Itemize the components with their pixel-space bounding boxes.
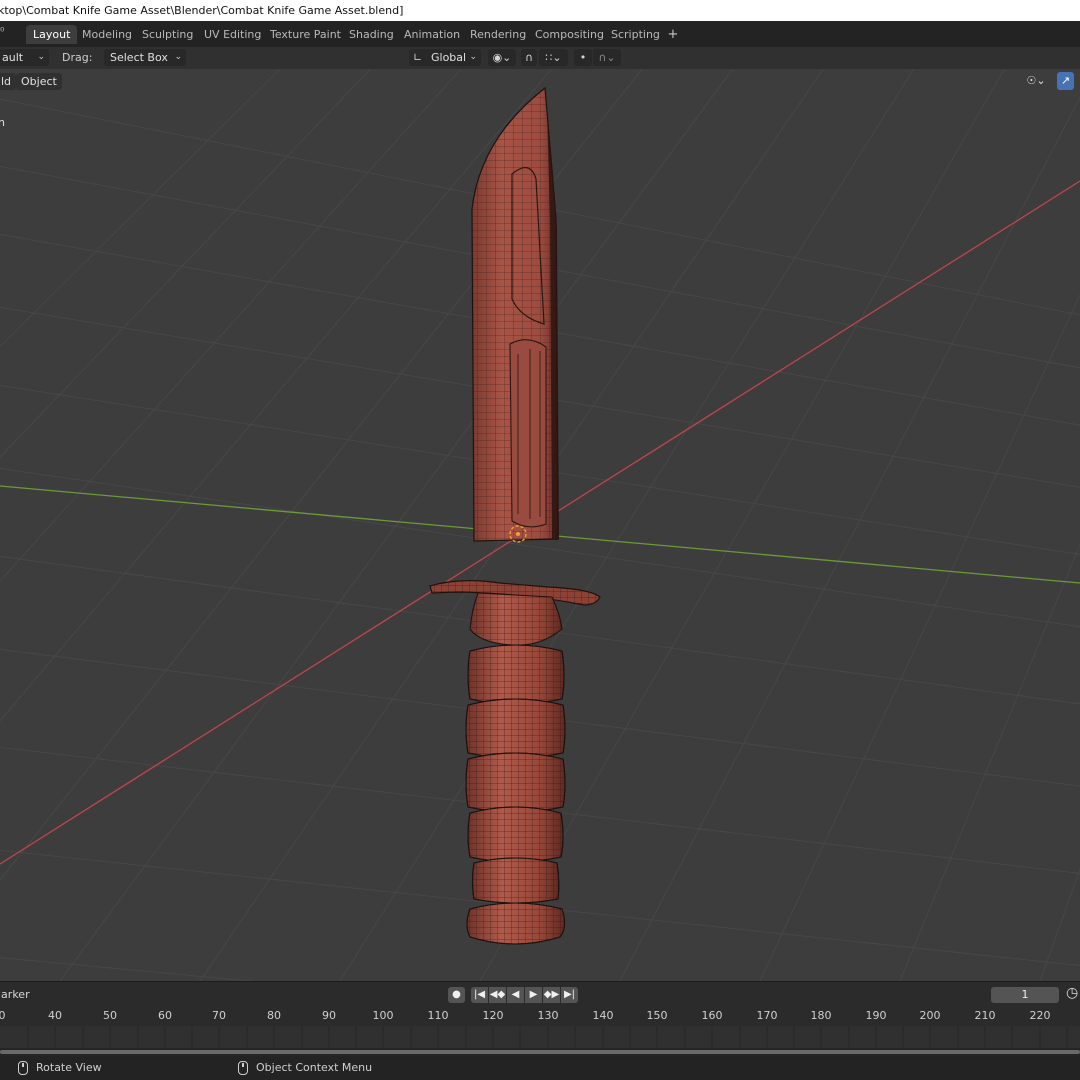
status-object-context-menu: Object Context Menu bbox=[238, 1056, 372, 1080]
ruler-tick: 120 bbox=[482, 1009, 504, 1022]
viewport-scene bbox=[0, 69, 1080, 981]
jump-start-button[interactable]: |◀ bbox=[471, 987, 488, 1003]
ruler-tick: 40 bbox=[48, 1009, 62, 1022]
viewport-info-text: n bbox=[0, 116, 5, 129]
timeline-scrollbar[interactable] bbox=[0, 1048, 1080, 1056]
drag-select-dropdown[interactable]: Select Box ⌄ bbox=[104, 49, 186, 66]
snap-toggle[interactable]: ∩ bbox=[521, 49, 537, 66]
ruler-tick: 90 bbox=[322, 1009, 336, 1022]
scrollbar-thumb[interactable] bbox=[0, 1050, 1080, 1054]
mode-dropdown-value: ault bbox=[2, 51, 24, 64]
ruler-tick: 140 bbox=[592, 1009, 614, 1022]
orientation-value: Global bbox=[431, 51, 467, 64]
ruler-tick: 70 bbox=[212, 1009, 226, 1022]
ruler-tick: 180 bbox=[810, 1009, 832, 1022]
ruler-tick: 200 bbox=[919, 1009, 941, 1022]
jump-start-icon: |◀ bbox=[473, 989, 486, 1000]
snap-target-button[interactable]: ∷⌄ bbox=[539, 49, 568, 66]
prev-keyframe-button[interactable]: ◀◆ bbox=[489, 987, 506, 1003]
ruler-tick: 60 bbox=[158, 1009, 172, 1022]
object-menu[interactable]: Object bbox=[16, 73, 62, 90]
eye-icon: ☉⌄ bbox=[1026, 74, 1046, 87]
play-reverse-icon: ◀ bbox=[511, 989, 520, 1000]
timeline-frame-grid bbox=[27, 1026, 1068, 1048]
editor-menu-icon[interactable]: ⁰ bbox=[0, 25, 4, 38]
workspace-tabs-bar: ⁰ Layout Modeling Sculpting UV Editing T… bbox=[0, 21, 1080, 48]
ruler-tick: 100 bbox=[372, 1009, 394, 1022]
tab-rendering[interactable]: Rendering bbox=[463, 25, 533, 44]
tab-layout[interactable]: Layout bbox=[26, 25, 78, 44]
tab-uv-editing[interactable]: UV Editing bbox=[197, 25, 268, 44]
drag-select-value: Select Box bbox=[110, 51, 168, 64]
gizmo-icon: ↗ bbox=[1060, 74, 1071, 87]
ruler-tick: 210 bbox=[974, 1009, 996, 1022]
falloff-curve-icon: ∩⌄ bbox=[598, 51, 616, 64]
ruler-tick: 160 bbox=[701, 1009, 723, 1022]
combat-knife-mesh bbox=[429, 86, 601, 945]
mode-dropdown[interactable]: ault ⌄ bbox=[0, 49, 49, 66]
record-button[interactable]: ● bbox=[448, 987, 465, 1003]
jump-end-button[interactable]: ▶| bbox=[561, 987, 578, 1003]
transform-orientation-dropdown[interactable]: ∟ Global ⌄ bbox=[409, 49, 481, 66]
status-context-menu-label: Object Context Menu bbox=[256, 1061, 373, 1074]
play-button[interactable]: ▶ bbox=[525, 987, 542, 1003]
orientation-icon: ∟ bbox=[413, 51, 423, 64]
mouse-middle-icon bbox=[18, 1061, 28, 1075]
chevron-down-icon: ⌄ bbox=[469, 52, 477, 62]
chevron-down-icon: ⌄ bbox=[37, 52, 45, 62]
status-rotate-view: Rotate View bbox=[18, 1056, 102, 1080]
ruler-tick: 110 bbox=[427, 1009, 449, 1022]
timeline-track-area[interactable] bbox=[0, 1026, 1080, 1048]
status-rotate-view-label: Rotate View bbox=[36, 1061, 102, 1074]
tab-shading[interactable]: Shading bbox=[342, 25, 401, 44]
ruler-tick: 0 bbox=[0, 1009, 6, 1022]
visibility-dropdown[interactable]: ☉⌄ bbox=[1023, 72, 1049, 90]
snap-grid-icon: ∷⌄ bbox=[545, 51, 562, 64]
next-keyframe-icon: ◆▶ bbox=[543, 989, 560, 1000]
ruler-tick: 170 bbox=[756, 1009, 778, 1022]
ruler-tick: 80 bbox=[267, 1009, 281, 1022]
jump-end-icon: ▶| bbox=[563, 989, 576, 1000]
tab-texture-paint[interactable]: Texture Paint bbox=[263, 25, 348, 44]
gizmo-toggle[interactable]: ↗ bbox=[1057, 72, 1074, 90]
play-icon: ▶ bbox=[529, 989, 538, 1000]
ruler-tick: 190 bbox=[865, 1009, 887, 1022]
timeline-header: larker ● |◀ ◀◆ ◀ ▶ ◆▶ ▶| 1 ◷ bbox=[0, 981, 1080, 1007]
mouse-right-icon bbox=[238, 1061, 248, 1075]
current-frame-field[interactable]: 1 bbox=[991, 987, 1059, 1003]
ruler-tick: 50 bbox=[103, 1009, 117, 1022]
tab-scripting[interactable]: Scripting bbox=[604, 25, 667, 44]
ruler-tick: 220 bbox=[1029, 1009, 1051, 1022]
pivot-point-button[interactable]: ◉⌄ bbox=[488, 49, 516, 66]
proportional-edit-toggle[interactable]: • bbox=[574, 49, 592, 66]
pivot-point-icon: ◉⌄ bbox=[492, 51, 512, 64]
status-bar: Rotate View Object Context Menu bbox=[0, 1056, 1080, 1080]
view-menu[interactable]: ld bbox=[0, 73, 17, 90]
ruler-tick: 150 bbox=[646, 1009, 668, 1022]
proportional-edit-icon: • bbox=[579, 51, 587, 64]
next-keyframe-button[interactable]: ◆▶ bbox=[543, 987, 560, 1003]
magnet-icon: ∩ bbox=[524, 51, 534, 64]
3d-viewport[interactable]: ld Object n ☉⌄ ↗ bbox=[0, 69, 1080, 981]
tool-header: ault ⌄ Drag: Select Box ⌄ ∟ Global ⌄ ◉⌄ … bbox=[0, 47, 1080, 69]
tab-sculpting[interactable]: Sculpting bbox=[135, 25, 200, 44]
tab-animation[interactable]: Animation bbox=[397, 25, 467, 44]
window-title: ktop\Combat Knife Game Asset\Blender\Com… bbox=[0, 4, 404, 17]
clock-icon[interactable]: ◷ bbox=[1066, 985, 1078, 1001]
ruler-tick: 130 bbox=[537, 1009, 559, 1022]
prev-keyframe-icon: ◀◆ bbox=[489, 989, 506, 1000]
timeline-ruler[interactable]: 0 40 50 60 70 80 90 100 110 120 130 140 … bbox=[0, 1006, 1080, 1026]
add-workspace-button[interactable]: + bbox=[666, 25, 680, 44]
falloff-button[interactable]: ∩⌄ bbox=[593, 49, 621, 66]
window-title-bar: ktop\Combat Knife Game Asset\Blender\Com… bbox=[0, 0, 1080, 21]
tab-modeling[interactable]: Modeling bbox=[75, 25, 139, 44]
play-reverse-button[interactable]: ◀ bbox=[507, 987, 524, 1003]
record-icon: ● bbox=[452, 989, 461, 1000]
marker-menu[interactable]: larker bbox=[0, 982, 30, 1007]
drag-label: Drag: bbox=[62, 51, 93, 64]
chevron-down-icon: ⌄ bbox=[174, 52, 182, 62]
tab-compositing[interactable]: Compositing bbox=[528, 25, 611, 44]
